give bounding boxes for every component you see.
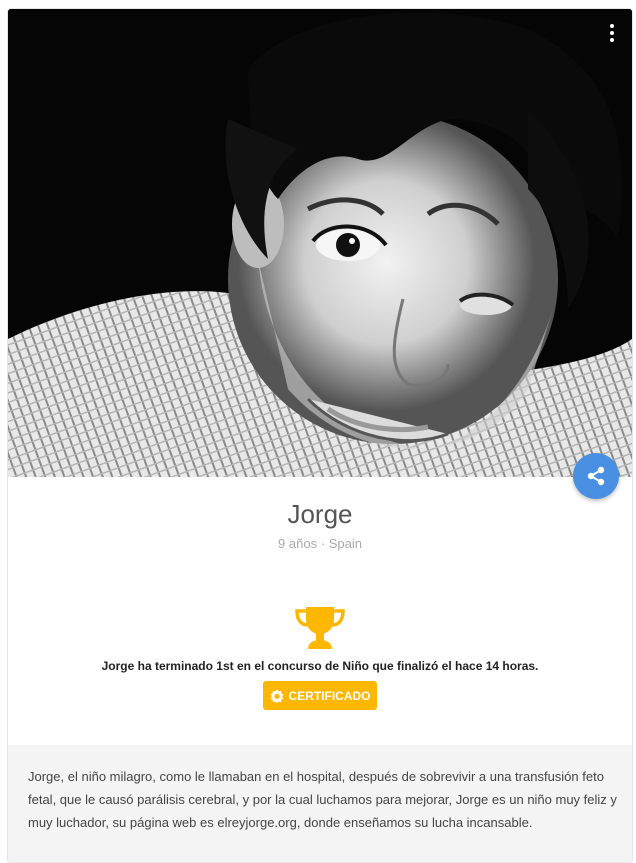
description-text: Jorge, el niño milagro, como le llamaban…: [28, 769, 617, 830]
description-section: Jorge, el niño milagro, como le llamaban…: [8, 745, 632, 862]
certificate-label: CERTIFICADO: [288, 688, 371, 703]
profile-meta: 9 años · Spain: [8, 536, 632, 551]
profile-name: Jorge: [287, 499, 353, 529]
portrait-image: [8, 9, 632, 477]
profile-country: Spain: [328, 536, 362, 551]
profile-age: 9 años: [278, 536, 318, 551]
achievement-text: Jorge ha terminado 1st en el concurso de…: [101, 659, 539, 673]
profile-photo: [8, 9, 632, 477]
certificate-button[interactable]: CERTIFICADO: [263, 681, 377, 710]
meta-separator: ·: [320, 536, 326, 551]
share-icon: [587, 466, 605, 486]
share-button[interactable]: [573, 453, 619, 499]
trophy-icon: [295, 607, 345, 649]
badge-icon: [270, 689, 283, 703]
profile-card: Jorge 9 años · Spain Jorge ha terminado …: [7, 8, 633, 863]
more-vertical-icon[interactable]: [602, 21, 622, 45]
